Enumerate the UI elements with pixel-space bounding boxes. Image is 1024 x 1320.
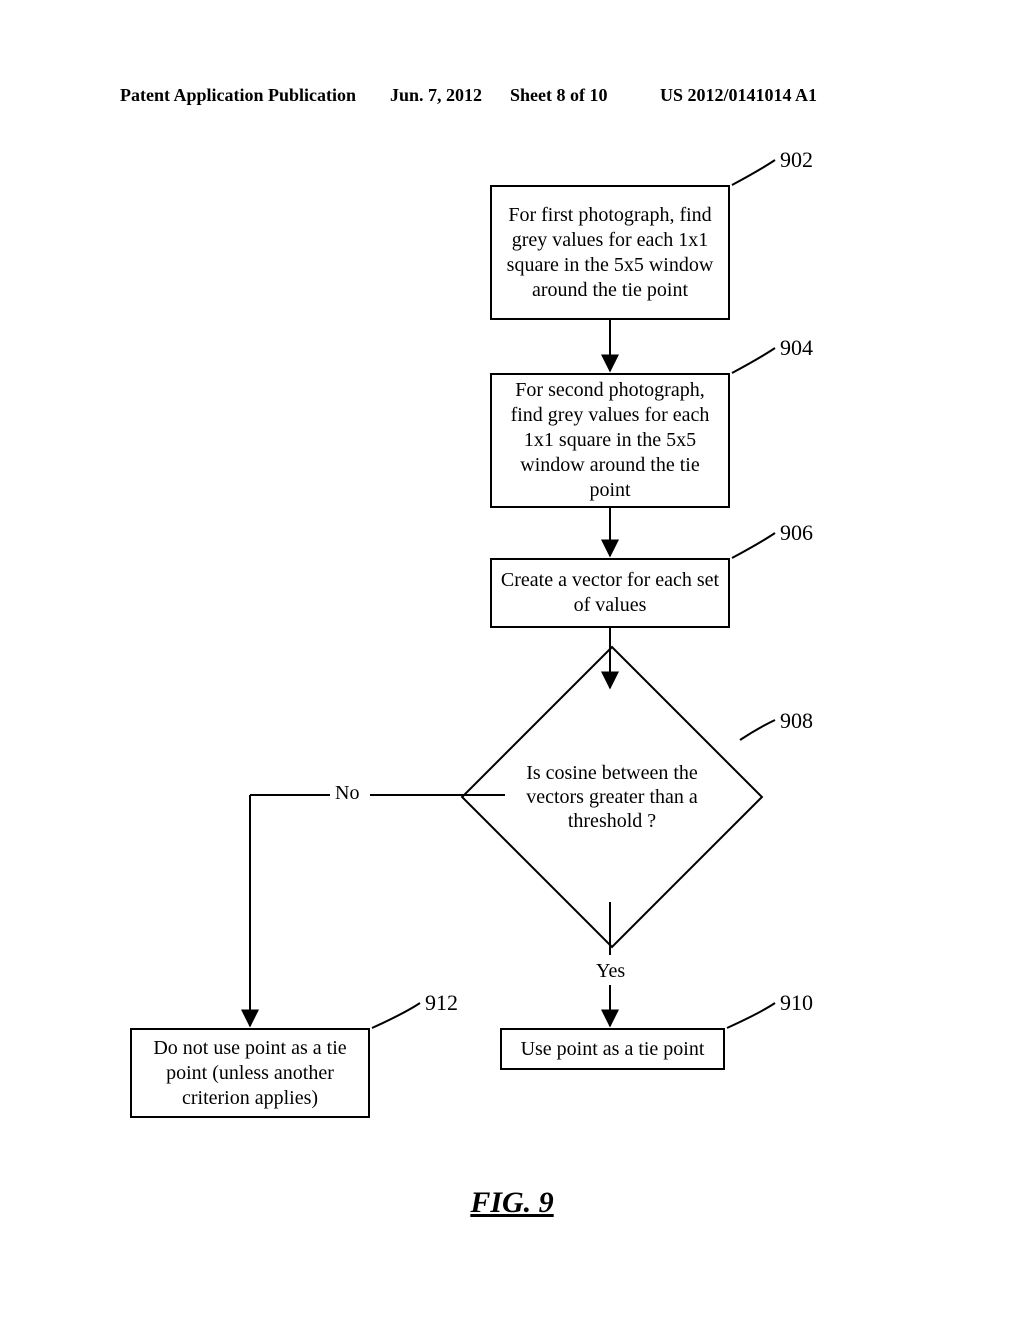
edge-label-no: No	[335, 782, 359, 805]
header-publication: Patent Application Publication	[120, 85, 356, 106]
ref-904: 904	[780, 335, 813, 361]
figure-label: FIG. 9	[470, 1186, 553, 1220]
flow-node-910: Use point as a tie point	[500, 1028, 725, 1070]
ref-906: 906	[780, 520, 813, 546]
ref-908: 908	[780, 708, 813, 734]
flow-decision-908-text: Is cosine between the vectors greater th…	[507, 761, 717, 833]
flow-decision-908: Is cosine between the vectors greater th…	[505, 690, 719, 904]
flow-node-904: For second photograph, find grey values …	[490, 373, 730, 508]
flow-node-906: Create a vector for each set of values	[490, 558, 730, 628]
header-sheet: Sheet 8 of 10	[510, 85, 608, 106]
flow-node-912: Do not use point as a tie point (unless …	[130, 1028, 370, 1118]
flow-node-902: For first photograph, find grey values f…	[490, 185, 730, 320]
header-pubno: US 2012/0141014 A1	[660, 85, 817, 106]
header-date: Jun. 7, 2012	[390, 85, 482, 106]
edge-label-yes: Yes	[596, 960, 625, 983]
ref-912: 912	[425, 990, 458, 1016]
ref-902: 902	[780, 147, 813, 173]
ref-910: 910	[780, 990, 813, 1016]
